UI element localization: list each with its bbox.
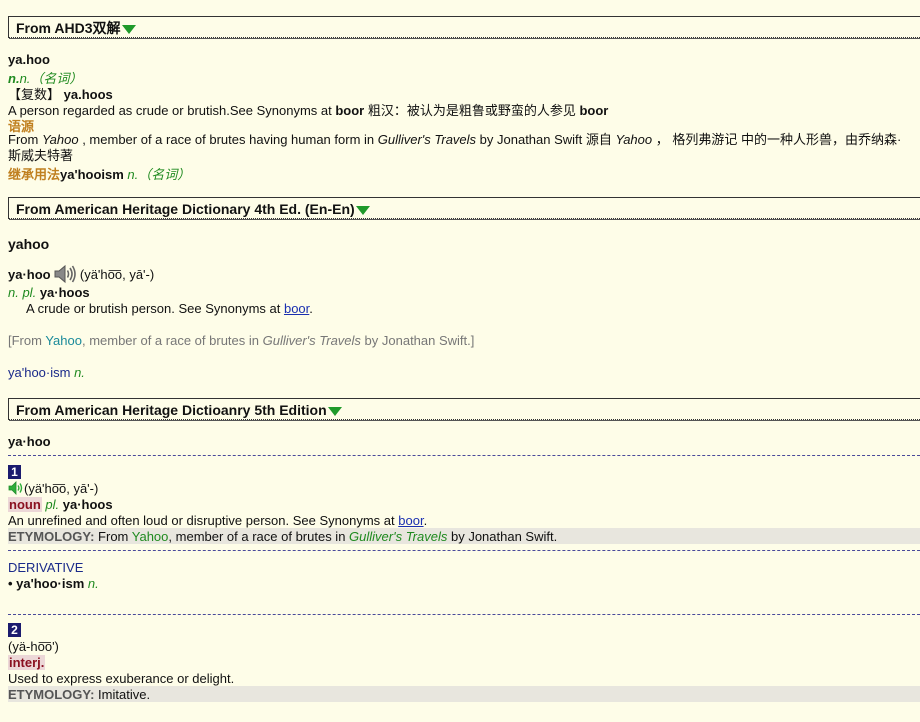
- ahd4-plural: ya·hoos: [39, 285, 90, 300]
- triangle-down-icon[interactable]: [327, 406, 342, 416]
- ahd3-headword: ya.hoo: [8, 52, 50, 67]
- ahd5-derivative-word: ya'hoo·ism: [16, 576, 85, 591]
- ahd3-derived: 继承用法ya'hooism n.（名词）: [8, 164, 914, 183]
- ahd5-sense1-etym-yahoo: Yahoo: [131, 529, 169, 544]
- ahd3-origin-mid: , member of a race of brutes having huma…: [78, 132, 378, 147]
- ahd5-sense1-def-end: .: [423, 513, 428, 528]
- ahd5-header-title: From American Heritage Dictioanry 5th Ed…: [16, 402, 327, 418]
- ahd5-sense2-pos: interj.: [8, 655, 46, 670]
- ahd4-etymology: [From Yahoo, member of a race of brutes …: [8, 333, 914, 348]
- triangle-down-icon[interactable]: [355, 205, 370, 215]
- ahd5-sense1-number: 1: [8, 465, 21, 479]
- ahd5-derivative-label: DERIVATIVE: [8, 560, 84, 575]
- ahd4-derived-pos: n.: [70, 365, 85, 380]
- ahd4-etym-gulliver: Gulliver's Travels: [262, 333, 361, 348]
- ahd3-origin-yahoo2: Yahoo: [615, 132, 653, 147]
- triangle-down-icon[interactable]: [121, 24, 136, 34]
- ahd4-header-title: From American Heritage Dictionary 4th Ed…: [16, 201, 355, 217]
- ahd3-origin-by: by Jonathan Swift 源自: [476, 132, 616, 147]
- ahd3-section-header[interactable]: From AHD3双解: [8, 16, 920, 38]
- ahd5-sense2-definition: Used to express exuberance or delight.: [8, 671, 235, 686]
- ahd4-headword: yahoo: [8, 236, 50, 252]
- ahd4-def-end: .: [309, 301, 313, 316]
- ahd5-sense1-pl: pl.: [45, 497, 60, 512]
- ahd5-sense1-def-text: An unrefined and often loud or disruptiv…: [8, 513, 399, 528]
- ahd4-def-text: A crude or brutish person. See Synonyms …: [26, 301, 284, 316]
- ahd3-origin: From Yahoo , member of a race of brutes …: [8, 132, 914, 164]
- ahd5-sense1-pron: (yä'ho͞o, yā'-): [24, 481, 99, 496]
- ahd4-pron: (yä'ho͞o, yā'-): [79, 266, 155, 282]
- ahd4-etym-yahoo: Yahoo: [45, 333, 82, 348]
- ahd4-etym-open: [From: [8, 333, 46, 348]
- ahd4-boor-link[interactable]: boor: [284, 301, 309, 316]
- ahd5-section-header[interactable]: From American Heritage Dictioanry 5th Ed…: [8, 398, 920, 420]
- ahd3-derived-pos: n.（名词）: [123, 167, 191, 182]
- ahd4-pos: n. pl.: [8, 285, 37, 300]
- ahd5-sense1-number-line: 1: [8, 464, 914, 479]
- ahd5-sense1-etym-label: ETYMOLOGY:: [8, 529, 95, 544]
- ahd5-sense2-pron: (yä-ho͞o'): [8, 639, 59, 654]
- ahd5-derivative: • ya'hoo·ism n.: [8, 576, 914, 591]
- ahd5-headword: ya·hoo: [8, 434, 51, 449]
- ahd5-sense2-number: 2: [8, 623, 21, 637]
- ahd4-pron-line: ya·hoo (yä'ho͞o, yā'-): [8, 264, 914, 286]
- speaker-icon[interactable]: [54, 264, 77, 287]
- ahd5-divider: [8, 550, 920, 551]
- ahd5-sense2-etym-label: ETYMOLOGY:: [8, 687, 95, 702]
- speaker-icon[interactable]: [8, 481, 24, 498]
- ahd3-header-title: From AHD3双解: [16, 20, 121, 36]
- ahd5-sense1-etym-gulliver: Gulliver's Travels: [349, 529, 448, 544]
- ahd4-definition: A crude or brutish person. See Synonyms …: [26, 301, 914, 316]
- ahd5-derivative-pos: n.: [84, 576, 99, 591]
- ahd4-derived: ya'hoo·ism n.: [8, 365, 914, 380]
- ahd5-sense1-etymology: ETYMOLOGY: From Yahoo, member of a race …: [8, 529, 914, 544]
- ahd3-origin-from: From: [8, 132, 42, 147]
- ahd5-divider: [8, 614, 920, 615]
- ahd3-derived-label: 继承用法: [8, 167, 61, 182]
- ahd4-pos-line: n. pl. ya·hoos: [8, 285, 914, 300]
- ahd5-sense2-etymology: ETYMOLOGY: Imitative.: [8, 687, 914, 702]
- ahd5-sense1-etym-from: From: [94, 529, 132, 544]
- ahd3-derived-word: ya'hooism: [60, 167, 124, 182]
- ahd5-divider: [8, 455, 920, 456]
- ahd3-origin-yahoo: Yahoo: [41, 132, 79, 147]
- ahd5-sense2-pos-line: interj.: [8, 655, 914, 670]
- ahd4-syllabic: ya·hoo: [8, 266, 51, 282]
- ahd5-sense1-etym-end: by Jonathan Swift.: [447, 529, 558, 544]
- ahd4-etym-mid: , member of a race of brutes in: [81, 333, 263, 348]
- ahd5-sense2-etym-text: Imitative.: [94, 687, 151, 702]
- ahd5-sense1-plural: ya·hoos: [62, 497, 113, 512]
- ahd4-section-header[interactable]: From American Heritage Dictionary 4th Ed…: [8, 197, 920, 219]
- ahd5-derivative-bullet: •: [8, 576, 17, 591]
- ahd3-origin-gulliver: Gulliver's Travels: [377, 132, 477, 147]
- ahd4-etym-end: by Jonathan Swift.]: [360, 333, 475, 348]
- ahd5-boor-link[interactable]: boor: [398, 513, 423, 528]
- ahd5-sense2-number-line: 2: [8, 622, 914, 637]
- ahd4-derived-word: ya'hoo·ism: [8, 365, 71, 380]
- ahd5-sense1-etym-mid: , member of a race of brutes in: [168, 529, 350, 544]
- ahd5-sense1-definition: An unrefined and often loud or disruptiv…: [8, 513, 914, 528]
- ahd5-sense1-pron-line: (yä'ho͞o, yā'-): [8, 481, 914, 498]
- ahd5-sense1-pos: noun: [8, 497, 42, 512]
- ahd5-sense1-pos-line: noun pl. ya·hoos: [8, 497, 914, 512]
